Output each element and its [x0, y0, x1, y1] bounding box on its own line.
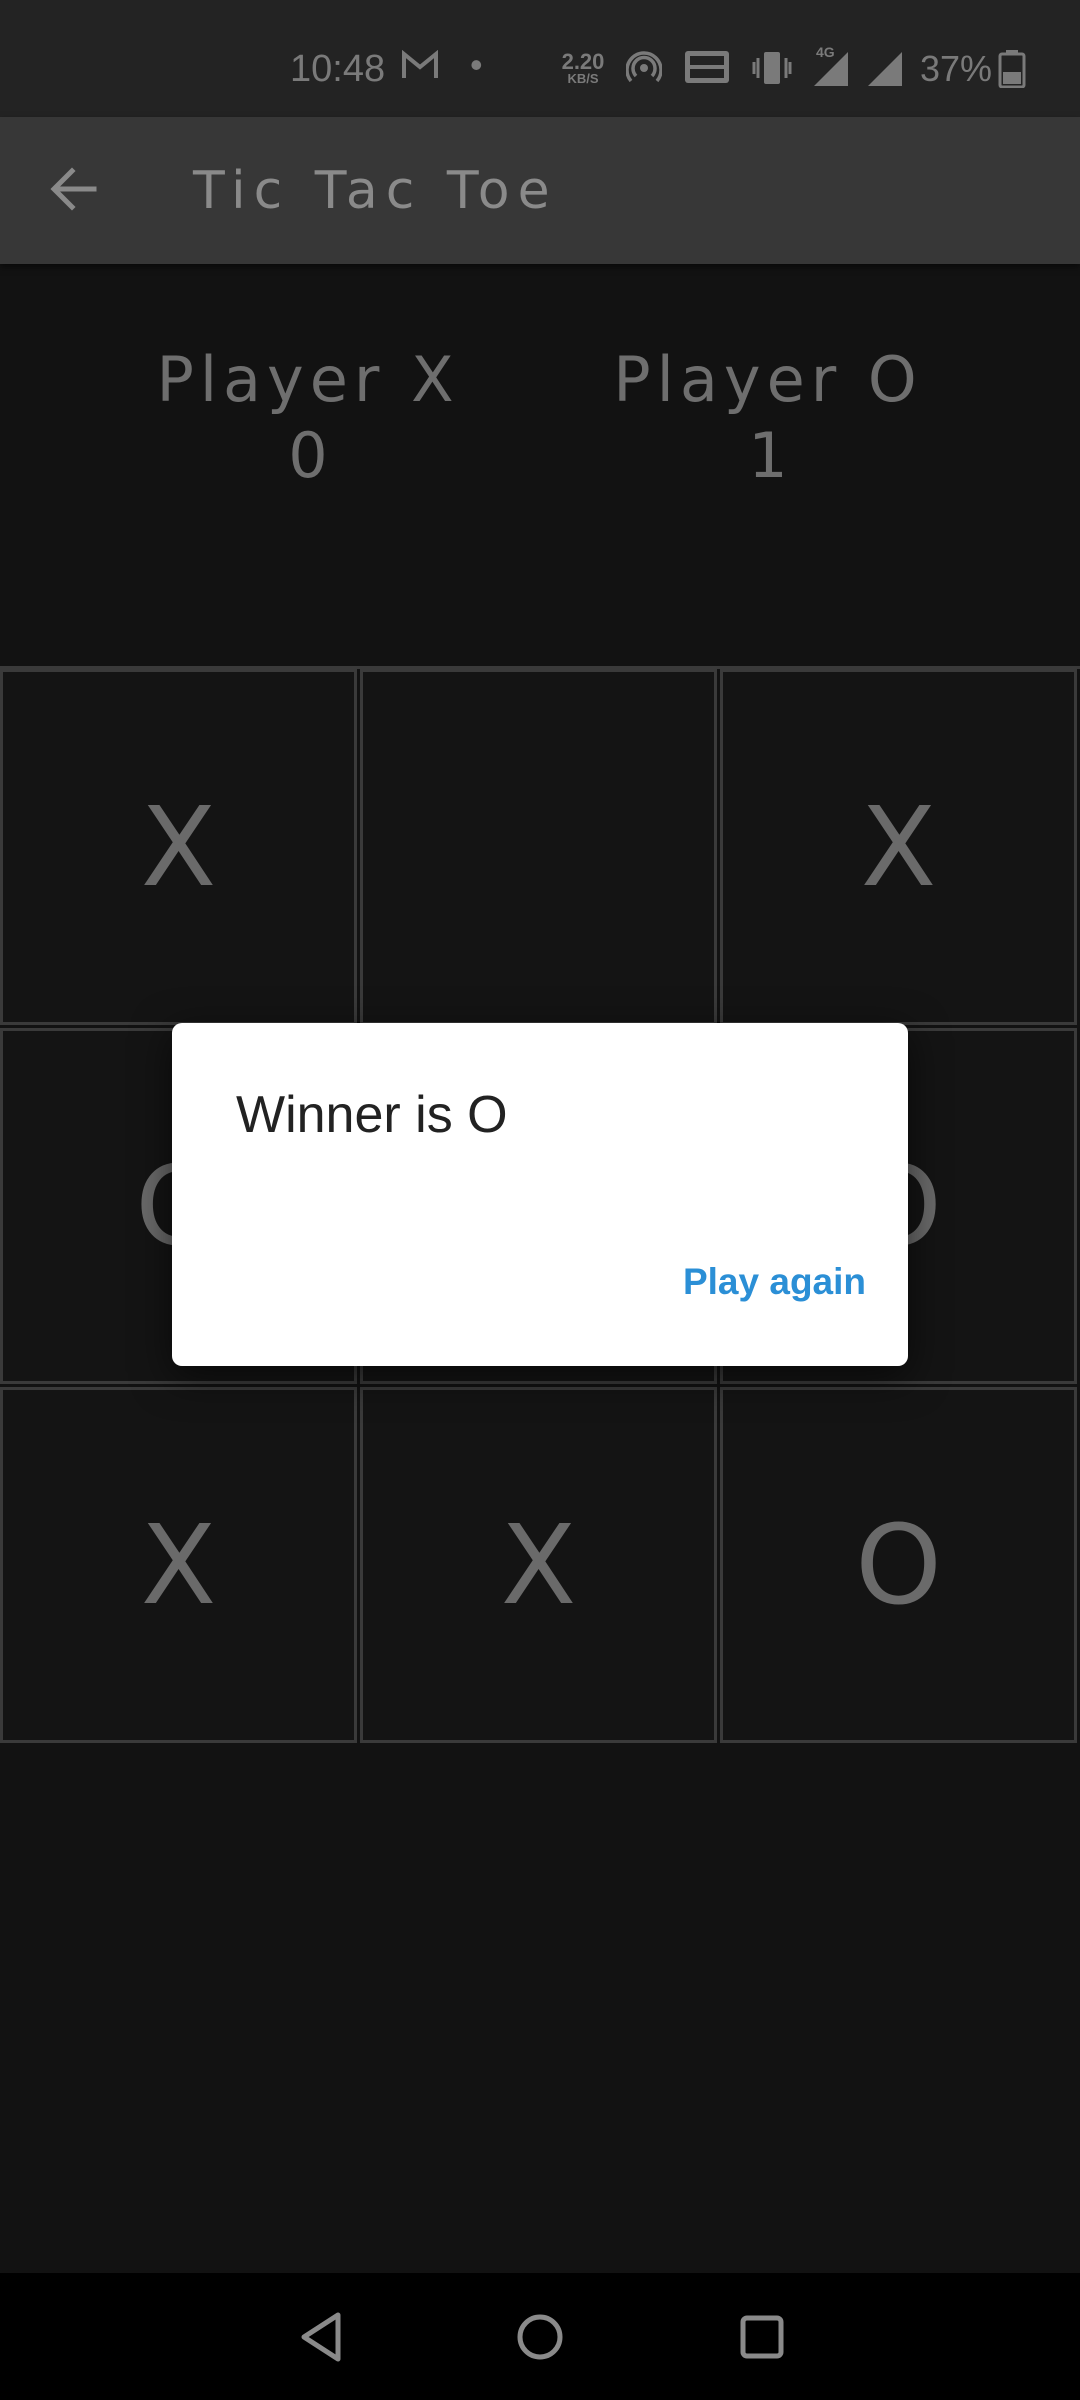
player-x-score: 0 — [288, 419, 328, 492]
app-bar: Tic Tac Toe — [0, 117, 1080, 264]
player-o-score-panel: Player O 1 — [588, 340, 948, 492]
battery-icon — [998, 50, 1026, 88]
status-time: 10:48 — [290, 48, 386, 90]
back-triangle-icon[interactable] — [296, 2309, 346, 2365]
hotspot-icon — [626, 51, 662, 83]
player-x-score-panel: Player X 0 — [128, 340, 488, 492]
signal-icon — [868, 52, 902, 86]
battery-percent: 37% — [920, 48, 993, 89]
dialog-title: Winner is O — [236, 1086, 508, 1144]
back-button[interactable] — [44, 159, 104, 219]
board-cell-3[interactable]: X — [720, 669, 1077, 1025]
home-circle-icon[interactable] — [512, 2309, 568, 2365]
board-cell-9[interactable]: O — [720, 1387, 1077, 1743]
score-board: Player X 0 Player O 1 — [0, 340, 1080, 510]
board-cell-1[interactable]: X — [0, 669, 357, 1025]
player-o-score: 1 — [748, 419, 788, 492]
app-title: Tic Tac Toe — [193, 161, 558, 221]
dot-icon: • — [470, 44, 483, 85]
play-again-button[interactable]: Play again — [683, 1261, 866, 1303]
winner-dialog: Winner is O Play again — [172, 1023, 908, 1366]
player-x-label: Player X — [156, 343, 460, 416]
vibrate-icon — [752, 52, 792, 84]
board-cell-8[interactable]: X — [360, 1387, 717, 1743]
recents-square-icon[interactable] — [736, 2309, 788, 2365]
player-o-label: Player O — [613, 343, 923, 416]
status-bar: 10:48 • 2.20 KB/S 4G 37% — [0, 0, 1080, 117]
navigation-bar — [0, 2273, 1080, 2400]
board-cell-7[interactable]: X — [0, 1387, 357, 1743]
network-type-label: 4G — [816, 44, 835, 60]
network-speed-unit: KB/S — [567, 71, 599, 86]
volte-icon — [685, 51, 729, 83]
network-speed: 2.20 KB/S — [560, 51, 606, 86]
gmail-icon — [402, 49, 438, 89]
board-cell-2[interactable] — [360, 669, 717, 1025]
arrow-back-icon — [50, 167, 97, 211]
